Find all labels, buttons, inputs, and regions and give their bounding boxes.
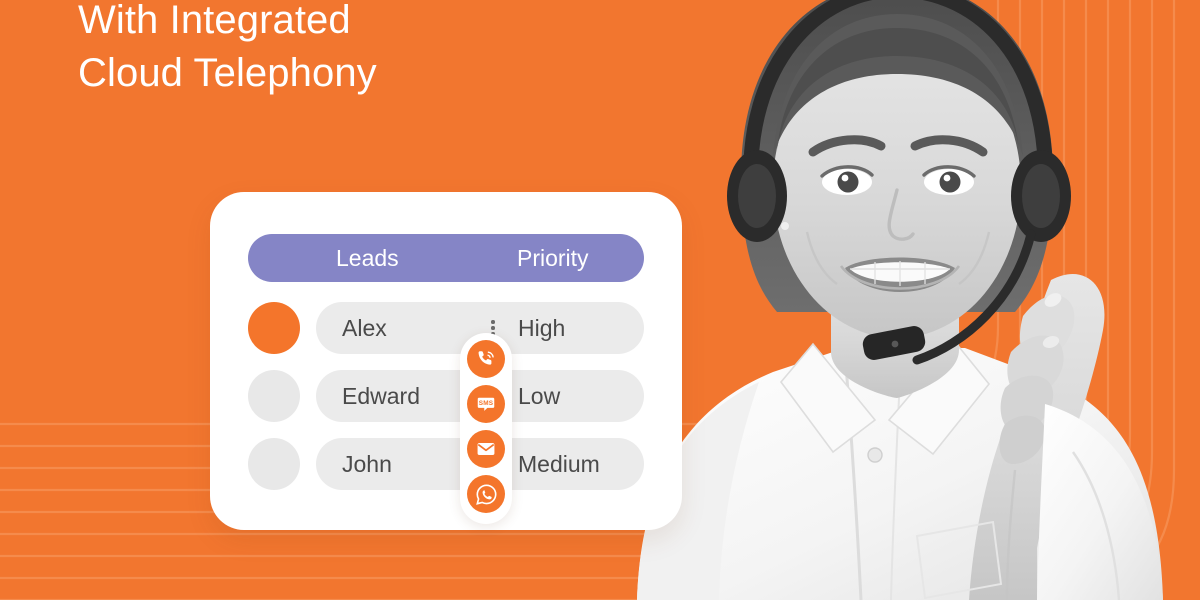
headline-line-2: Cloud Telephony [78,51,377,95]
promo-banner: With Integrated Cloud Telephony Leads Pr… [0,0,1200,600]
avatar [248,370,300,422]
call-icon[interactable] [467,340,505,378]
headline-line-1: With Integrated [78,0,351,42]
headline: With Integrated Cloud Telephony [78,0,377,100]
leads-card: Leads Priority Alex High Edward Low John… [210,192,682,530]
avatar [248,438,300,490]
lead-priority: Low [518,383,561,409]
leads-table-header: Leads Priority [248,234,644,282]
whatsapp-icon[interactable] [467,475,505,513]
avatar [248,302,300,354]
column-header-leads: Leads [336,245,399,271]
lead-priority: Medium [518,451,600,477]
lead-name: Alex [342,315,387,341]
sms-glyph-label: SMS [479,400,494,407]
sms-icon[interactable]: SMS [467,385,505,423]
email-icon[interactable] [467,430,505,468]
lead-name: John [342,451,392,477]
column-header-priority: Priority [517,245,589,271]
channel-action-strip: SMS [460,333,512,524]
lead-name: Edward [342,383,420,409]
lead-priority: High [518,315,566,341]
